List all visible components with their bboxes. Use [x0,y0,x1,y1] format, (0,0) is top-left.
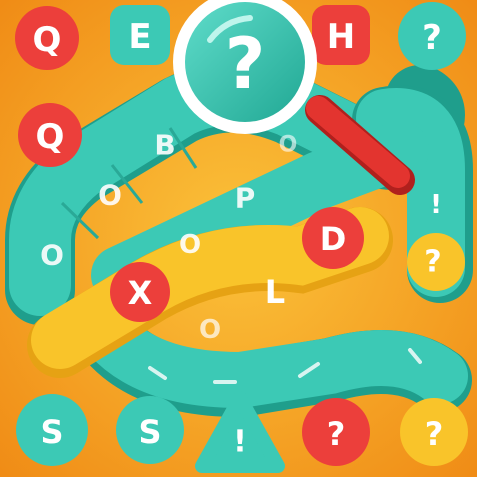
label-bottom-s1: S [40,413,63,451]
game-illustration: Q E H ? Q ? B O P O O O ! ? X L O D S S … [0,0,477,477]
lower-snake-letter-o: O [199,315,221,345]
upper-snake-letter-1: B [154,129,175,162]
upper-snake-letter-6: O [279,133,298,158]
upper-snake-letter-2: O [98,179,122,212]
label-top-e: E [128,17,151,57]
label-bottom-question: ? [327,415,346,453]
upper-snake-letter-3: P [235,182,256,215]
label-bottom-last: ? [425,415,444,453]
lower-snake-letter-x: X [128,274,153,312]
magnifier-question-mark: ? [225,23,266,105]
right-tube-letter-2: ? [424,245,441,280]
label-bottom-warning: ! [233,425,247,460]
label-bottom-s2: S [138,413,161,451]
label-left-q: Q [36,117,65,157]
upper-snake-letter-5: O [179,230,201,260]
upper-snake-letter-4: O [40,239,64,272]
label-top-left-q: Q [33,20,62,60]
label-top-right-question: ? [422,18,442,58]
lower-snake-letter-d: D [320,220,347,258]
right-tube-letter-1: ! [430,190,442,220]
word-search-game-board: Q E H ? Q ? B O P O O O ! ? X L O D S S … [0,0,477,477]
label-top-h: H [327,17,355,57]
lower-snake-letter-l: L [265,273,285,311]
